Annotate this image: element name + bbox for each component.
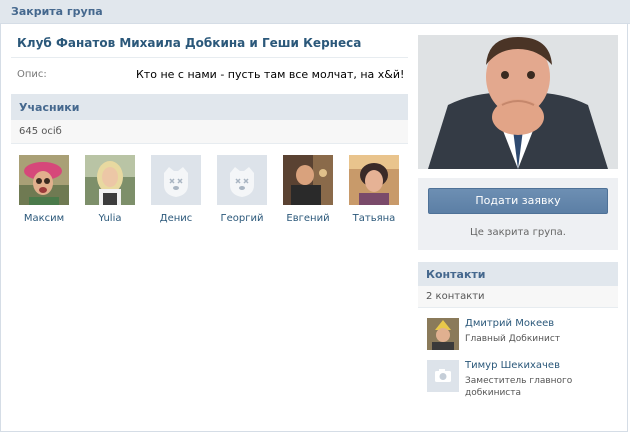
- contact-name[interactable]: Тимур Шекихачев: [465, 360, 560, 371]
- member-item[interactable]: Максим: [11, 155, 77, 224]
- member-item[interactable]: Георгий: [209, 155, 275, 224]
- member-name[interactable]: Георгий: [209, 213, 275, 224]
- page-title: Закрита група: [11, 5, 103, 18]
- camera-placeholder-icon[interactable]: [427, 360, 459, 392]
- dog-placeholder-icon[interactable]: [217, 155, 267, 205]
- contacts-count: 2 контакти: [426, 291, 485, 302]
- member-name[interactable]: Денис: [143, 213, 209, 224]
- contacts-header[interactable]: Контакти: [418, 262, 618, 286]
- contact-role: Заместитель главного добкиниста: [465, 376, 573, 398]
- group-photo[interactable]: [418, 35, 618, 169]
- apply-button[interactable]: Подати заявку: [428, 188, 608, 214]
- member-name[interactable]: Максим: [11, 213, 77, 224]
- description-text: Кто не с нами - пусть там все молчат, на…: [136, 68, 405, 81]
- members-header[interactable]: Учасники: [11, 94, 408, 120]
- member-avatar[interactable]: [19, 155, 69, 205]
- contact-item[interactable]: Тимур Шекихачев Заместитель главного доб…: [427, 360, 617, 404]
- group-name: Клуб Фанатов Михаила Добкина и Геши Керн…: [17, 36, 362, 50]
- dog-placeholder-icon[interactable]: [151, 155, 201, 205]
- member-item[interactable]: Yulia: [77, 155, 143, 224]
- member-name[interactable]: Евгений: [275, 213, 341, 224]
- contact-name[interactable]: Дмитрий Мокеев: [465, 318, 554, 329]
- member-name[interactable]: Yulia: [77, 213, 143, 224]
- member-avatar[interactable]: [283, 155, 333, 205]
- divider: [11, 57, 408, 58]
- member-item[interactable]: Денис: [143, 155, 209, 224]
- member-avatar[interactable]: [349, 155, 399, 205]
- members-title[interactable]: Учасники: [19, 101, 79, 114]
- member-name[interactable]: Татьяна: [341, 213, 407, 224]
- contact-item[interactable]: Дмитрий Мокеев Главный Добкинист: [427, 318, 617, 352]
- description-label: Опис:: [17, 69, 47, 80]
- member-item[interactable]: Татьяна: [341, 155, 407, 224]
- apply-panel: Подати заявку Це закрита група.: [418, 178, 618, 250]
- contacts-title[interactable]: Контакти: [426, 268, 486, 281]
- contact-role: Главный Добкинист: [465, 334, 561, 344]
- contacts-count-row: 2 контакти: [418, 286, 618, 308]
- top-bar: Закрита група: [0, 0, 630, 24]
- members-count-row: 645 осіб: [11, 120, 408, 144]
- member-item[interactable]: Евгений: [275, 155, 341, 224]
- contact-avatar[interactable]: [427, 318, 459, 350]
- closed-group-note: Це закрита група.: [470, 227, 566, 238]
- member-avatar[interactable]: [85, 155, 135, 205]
- members-count: 645 осіб: [19, 126, 62, 137]
